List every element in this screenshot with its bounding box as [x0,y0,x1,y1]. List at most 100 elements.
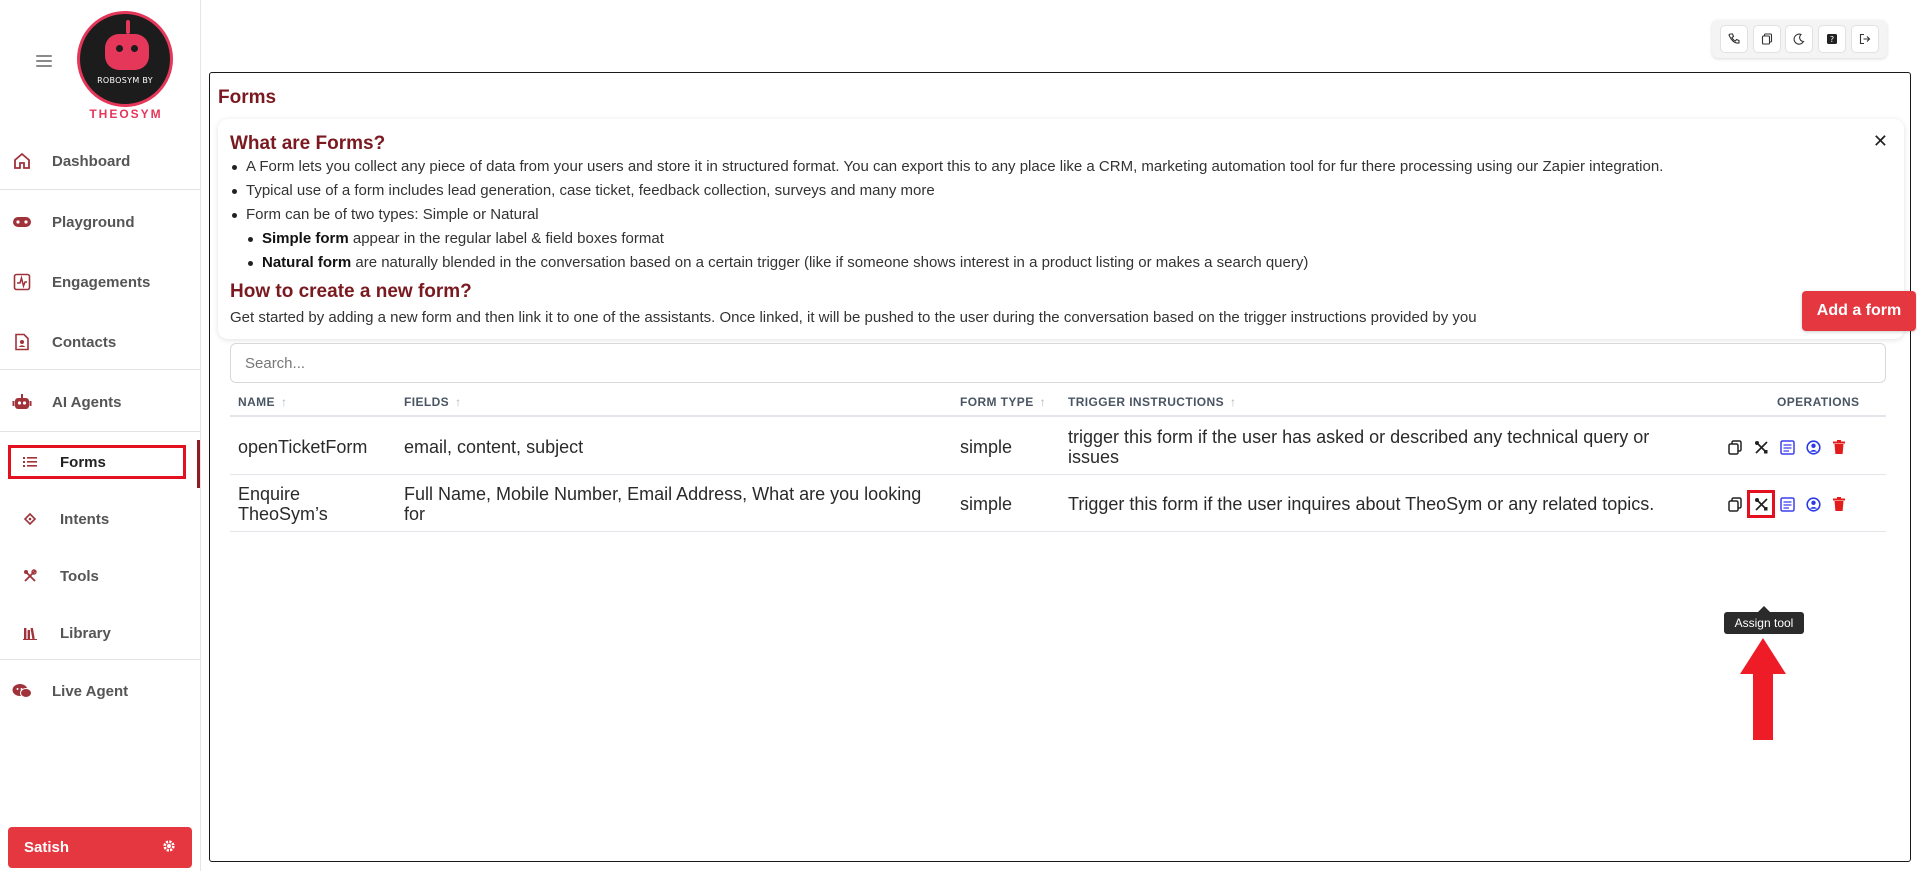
logo-text: ROBOSYM BY [97,76,153,85]
form-preview-icon[interactable] [1778,438,1796,456]
sidebar-item-label: Engagements [52,273,151,291]
column-header-fields[interactable]: FIELDS ↑ [404,395,461,409]
red-arrow-annotation-icon [1740,638,1786,740]
activity-icon [12,272,32,292]
user-name: Satish [24,839,70,856]
robot-icon [12,392,32,412]
assign-tool-icon[interactable] [1752,438,1770,456]
trash-icon[interactable] [1830,495,1848,513]
sidebar: ROBOSYM BY THEOSYM Dashboard Playground … [0,0,201,871]
add-form-button[interactable]: Add a form [1802,291,1916,331]
table-row: Enquire TheoSym’s Full Name, Mobile Numb… [230,475,1886,532]
list-item: Form can be of two types: Simple or Natu… [230,203,1663,227]
gamepad-icon [12,212,32,232]
page-title: Forms [218,87,277,108]
cell-trigger: Trigger this form if the user inquires a… [1068,494,1655,514]
cell-form-type: simple [960,494,1013,514]
header-label: TRIGGER INSTRUCTIONS [1068,395,1225,409]
term-description: appear in the regular label & field boxe… [348,230,664,247]
info-paragraph: Get started by adding a new form and the… [230,309,1477,326]
search-input[interactable] [230,343,1886,383]
table-header: NAME ↑ FIELDS ↑ FORM TYPE ↑ TRIGGER INSTRUC… [230,387,1886,417]
header-label: NAME [238,395,275,409]
table-row: openTicketForm email, content, subject s… [230,418,1886,475]
list-item-natural: Natural form are naturally blended in th… [246,251,1663,275]
sidebar-item-playground[interactable]: Playground [0,200,200,244]
main-panel: Forms ✕ What are Forms? A Form lets you … [209,72,1916,862]
home-icon [12,151,32,171]
sidebar-item-library[interactable]: Library [0,611,200,655]
sidebar-item-label: AI Agents [52,393,122,411]
assign-tool-highlight [1747,490,1775,518]
moon-icon[interactable] [1785,25,1814,53]
sort-arrow-icon: ↑ [1039,395,1047,409]
info-heading-what: What are Forms? [230,133,386,154]
cell-fields: Full Name, Mobile Number, Email Address,… [404,484,922,524]
column-header-form-type[interactable]: FORM TYPE ↑ [960,395,1046,409]
help-icon[interactable]: ? [1818,25,1847,53]
row-operations [1726,490,1856,518]
column-header-trigger[interactable]: TRIGGER INSTRUCTIONS ↑ [1068,395,1236,409]
gear-icon[interactable] [162,839,176,857]
sort-arrow-icon: ↑ [1230,395,1237,409]
sidebar-item-label: Dashboard [52,152,131,170]
logout-icon[interactable] [1850,25,1879,53]
close-icon[interactable]: ✕ [1873,131,1888,152]
sidebar-item-label: Library [60,624,111,642]
list-icon [20,452,40,472]
sort-arrow-icon: ↑ [280,395,288,409]
duplicate-icon[interactable] [1726,495,1744,513]
info-heading-how: How to create a new form? [230,281,472,302]
user-circle-icon[interactable] [1804,495,1822,513]
sidebar-item-tools[interactable]: Tools [0,554,200,598]
sidebar-item-live-agent[interactable]: Live Agent [0,669,200,713]
sort-arrow-icon: ↑ [455,395,462,409]
sidebar-item-dashboard[interactable]: Dashboard [0,139,200,183]
svg-text:?: ? [1830,35,1834,44]
duplicate-icon[interactable] [1726,438,1744,456]
user-menu-button[interactable]: Satish [8,827,192,868]
sidebar-item-label: Intents [60,510,110,528]
tools-icon [20,566,40,586]
assign-tool-tooltip: Assign tool [1724,606,1804,634]
hamburger-menu-icon[interactable] [36,55,52,67]
cell-form-type: simple [960,437,1013,457]
sidebar-item-label: Contacts [52,333,117,351]
term-description: are naturally blended in the conversatio… [351,254,1309,271]
form-preview-icon[interactable] [1778,495,1796,513]
phone-icon[interactable] [1720,25,1749,53]
user-circle-icon[interactable] [1804,438,1822,456]
library-icon [20,623,40,643]
assign-tool-icon[interactable] [1747,490,1775,518]
sidebar-item-label: Tools [60,567,99,585]
column-header-name[interactable]: NAME ↑ [238,395,287,409]
cell-name: openTicketForm [238,437,368,457]
logo-robot-icon: ROBOSYM BY [77,11,173,107]
top-toolbar: ? [1712,20,1887,58]
sidebar-item-intents[interactable]: Intents [0,497,200,541]
logo: ROBOSYM BY THEOSYM [74,8,178,121]
copy-icon[interactable] [1752,25,1781,53]
bold-term: Simple form [262,230,349,247]
sidebar-item-engagements[interactable]: Engagements [0,260,200,304]
app: ROBOSYM BY THEOSYM Dashboard Playground … [0,0,1917,871]
cell-name: Enquire TheoSym’s [238,484,328,524]
cell-fields: email, content, subject [404,437,584,457]
sidebar-item-forms[interactable]: Forms [0,440,200,484]
list-item-simple: Simple form appear in the regular label … [246,227,1663,251]
column-header-operations: OPERATIONS [1777,395,1860,409]
sidebar-item-contacts[interactable]: Contacts [0,320,200,364]
header-label: FORM TYPE [960,395,1034,409]
sidebar-item-label: Forms [60,453,106,471]
cell-trigger: trigger this form if the user has asked … [1068,427,1650,467]
trash-icon[interactable] [1830,438,1848,456]
info-card: ✕ What are Forms? A Form lets you collec… [218,119,1904,339]
bold-term: Natural form [262,254,352,271]
list-item: A Form lets you collect any piece of dat… [230,155,1663,179]
sidebar-item-ai-agents[interactable]: AI Agents [0,380,200,424]
info-bullet-list: A Form lets you collect any piece of dat… [230,155,1663,275]
header-label: FIELDS [404,395,450,409]
sidebar-item-label: Live Agent [52,682,129,700]
diamond-icon [20,509,40,529]
contact-file-icon [12,332,32,352]
